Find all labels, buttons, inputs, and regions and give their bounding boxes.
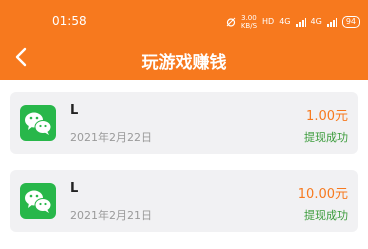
record-name: L <box>70 181 79 196</box>
speed-unit: KB/S <box>240 22 258 30</box>
network-4g-1: 4G <box>279 17 291 26</box>
record-amount: 1.00元 <box>306 109 348 124</box>
status-time: 01:58 <box>52 14 87 28</box>
withdraw-record[interactable]: L 2021年2月22日 1.00元 提现成功 <box>10 92 358 154</box>
page-title: 玩游戏赚钱 <box>141 53 227 73</box>
withdraw-record[interactable]: L 2021年2月21日 10.00元 提现成功 <box>10 170 358 232</box>
signal-icon <box>295 17 306 27</box>
signal-icon-2 <box>326 17 337 27</box>
alarm-icon <box>226 17 236 27</box>
record-amount: 10.00元 <box>297 187 348 202</box>
record-date: 2021年2月22日 <box>70 131 152 144</box>
record-status: 提现成功 <box>304 209 348 222</box>
speed-value: 3.00 <box>241 14 257 22</box>
network-4g-2: 4G <box>310 17 322 26</box>
record-name: L <box>70 103 79 118</box>
hd-label: HD <box>262 17 275 26</box>
network-speed: 3.00 KB/S <box>241 14 257 30</box>
battery-indicator: 94 <box>341 16 360 28</box>
record-status: 提现成功 <box>304 131 348 144</box>
status-icons: 3.00 KB/S HD 4G 4G 94 <box>226 14 360 30</box>
app-header: 01:58 3.00 KB/S HD 4G 4G 94 玩游戏赚钱 <box>0 0 368 80</box>
record-date: 2021年2月21日 <box>70 209 152 222</box>
wechat-icon <box>20 105 56 141</box>
wechat-icon <box>20 183 56 219</box>
